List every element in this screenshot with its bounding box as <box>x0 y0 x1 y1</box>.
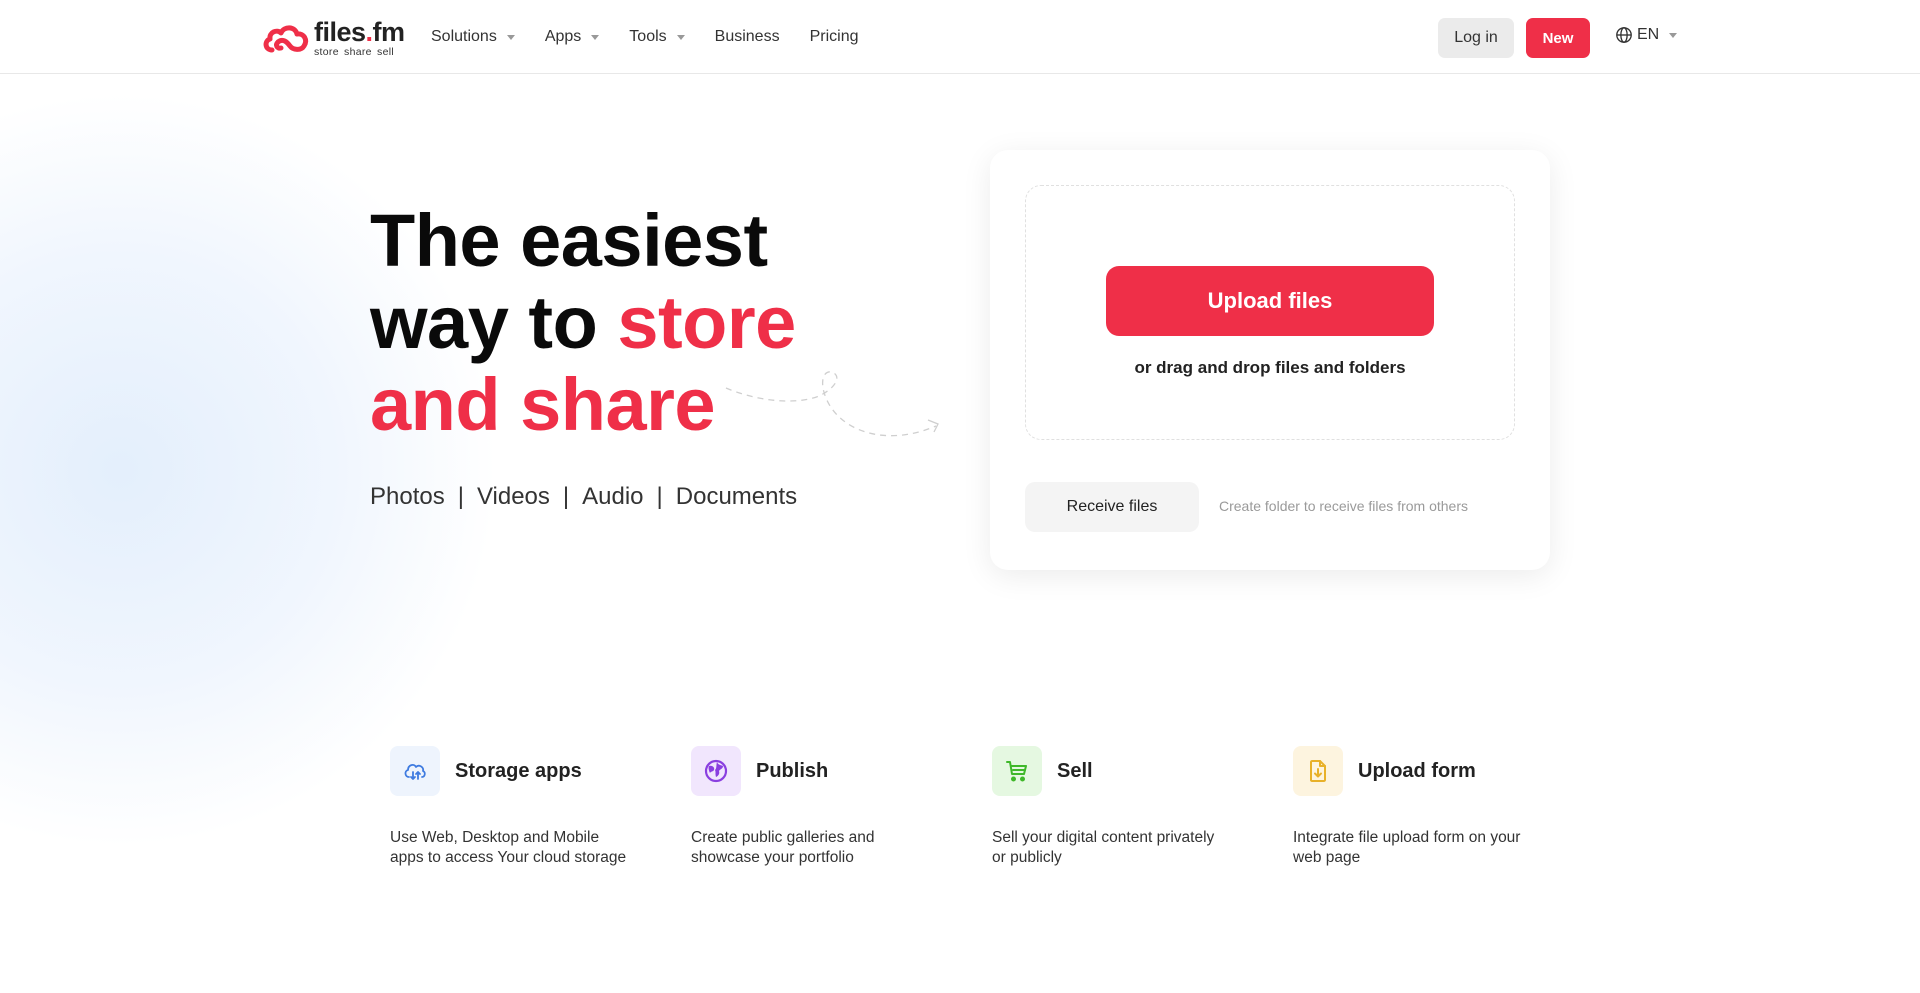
file-types-list: Photos | Videos | Audio | Documents <box>370 483 797 511</box>
new-button[interactable]: New <box>1526 18 1590 58</box>
drag-drop-hint: or drag and drop files and folders <box>1134 358 1406 377</box>
feature-icon-box <box>992 746 1042 796</box>
nav-label: Apps <box>544 28 582 45</box>
feature-title: Storage apps <box>455 759 582 782</box>
features-list: Storage apps Use Web, Desktop and Mobile… <box>390 746 1594 868</box>
feature-title: Publish <box>756 759 829 782</box>
file-type: Audio <box>582 483 644 510</box>
cloud-sync-icon <box>404 763 426 780</box>
main-nav: Solutions Apps Tools Business Pricing <box>431 22 888 52</box>
feature-description: Create public galleries and showcase you… <box>691 829 875 866</box>
logo-wordmark: files.fm <box>314 16 405 47</box>
file-download-icon <box>1310 760 1326 782</box>
receive-files-button[interactable]: Receive files <box>1025 482 1199 532</box>
file-type: Videos <box>476 483 550 510</box>
feature-icon-box <box>1293 746 1343 796</box>
upload-files-button[interactable]: Upload files <box>1106 266 1434 336</box>
chevron-down-icon <box>591 34 600 40</box>
chevron-down-icon <box>506 34 515 40</box>
nav-tools[interactable]: Tools <box>629 28 685 46</box>
feature-icon-box <box>691 746 741 796</box>
nav-label: Tools <box>629 28 667 45</box>
nav-apps[interactable]: Apps <box>544 28 600 46</box>
file-type: Photos <box>370 483 445 510</box>
upload-card: Upload files or drag and drop files and … <box>990 150 1550 570</box>
hero-title: The easiest way to store and share <box>370 200 796 446</box>
feature-storage-apps[interactable]: Storage apps Use Web, Desktop and Mobile… <box>390 746 691 868</box>
hero-title-highlight: and share <box>370 363 716 446</box>
hero-title-line2: way to <box>370 281 618 364</box>
nav-label: Business <box>714 28 780 45</box>
cloud-logo-icon <box>263 25 309 53</box>
nav-business[interactable]: Business <box>715 28 780 46</box>
feature-upload-form[interactable]: Upload form Integrate file upload form o… <box>1293 746 1594 868</box>
file-type: Documents <box>675 483 798 510</box>
language-selector[interactable]: EN <box>1615 26 1678 44</box>
nav-solutions[interactable]: Solutions <box>431 28 515 46</box>
language-value: EN <box>1637 26 1660 43</box>
feature-description: Integrate file upload form on your web p… <box>1293 829 1521 866</box>
hero-title-line1: The easiest <box>370 199 768 282</box>
feature-title: Sell <box>1057 759 1093 782</box>
nav-label: Solutions <box>431 28 497 45</box>
feature-description: Sell your digital content privately or p… <box>992 829 1215 866</box>
separator: | <box>562 483 570 510</box>
feature-sell[interactable]: Sell Sell your digital content privately… <box>992 746 1293 868</box>
globe-icon <box>1616 27 1632 43</box>
feature-icon-box <box>390 746 440 796</box>
chevron-down-icon <box>1669 32 1678 38</box>
cart-icon <box>1006 761 1027 782</box>
feature-description: Use Web, Desktop and Mobile apps to acce… <box>390 829 627 866</box>
chevron-down-icon <box>676 34 685 40</box>
logo[interactable]: files.fm store share sell <box>262 18 405 58</box>
feature-title: Upload form <box>1358 759 1476 782</box>
top-navbar: files.fm store share sell Solutions Apps… <box>0 0 1920 74</box>
drop-zone[interactable]: Upload files or drag and drop files and … <box>1025 185 1515 440</box>
receive-files-hint: Create folder to receive files from othe… <box>1219 498 1468 514</box>
separator: | <box>656 483 663 510</box>
logo-tagline: store share sell <box>314 45 394 58</box>
globe-icon <box>704 759 728 783</box>
nav-label: Pricing <box>809 28 859 45</box>
login-button[interactable]: Log in <box>1438 18 1514 58</box>
feature-publish[interactable]: Publish Create public galleries and show… <box>691 746 992 868</box>
nav-pricing[interactable]: Pricing <box>810 28 859 46</box>
hero-title-highlight: store <box>617 281 796 364</box>
separator: | <box>457 483 464 510</box>
